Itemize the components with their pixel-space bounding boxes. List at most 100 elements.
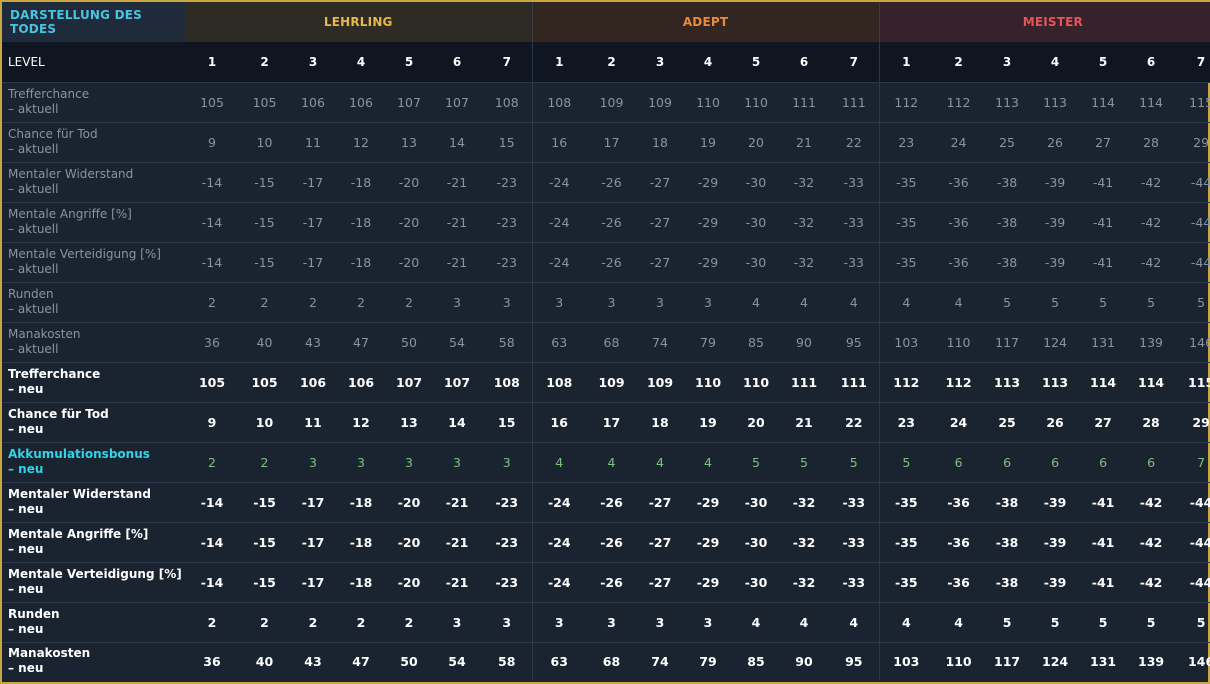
row-label: Trefferchance – neu [2,361,185,402]
value-cell: 20 [733,121,779,162]
value-cell: 4 [829,601,880,642]
value-cell: -17 [290,481,336,522]
value-cell: 110 [733,361,779,402]
value-cell: 50 [386,641,432,680]
value-cell: 68 [586,321,637,362]
value-cell: -27 [637,241,683,282]
row-subtitle: – neu [8,462,44,476]
value-cell: -27 [637,481,683,522]
value-cell: 4 [933,601,985,642]
value-cell: 106 [336,361,386,402]
value-cell: -24 [531,201,586,242]
level-cell: 5 [386,42,432,82]
value-cell: 9 [185,121,239,162]
row-name: Mentale Angriffe [%] [8,207,132,221]
value-cell: -42 [1126,521,1177,562]
value-cell: -38 [984,561,1031,602]
value-cell: -33 [829,521,880,562]
value-cell: 103 [878,641,934,680]
value-cell: 3 [386,441,432,482]
table-row: Chance für Tod – neu 9 10 11 12 13 14 15 16 17 18 19… [2,401,1210,442]
value-cell: 111 [779,361,829,402]
value-cell: -27 [637,521,683,562]
row-subtitle: – aktuell [8,262,59,276]
row-subtitle: – neu [8,542,44,556]
value-cell: 27 [1080,401,1127,442]
value-cell: 112 [878,361,934,402]
table-row: Mentale Angriffe [%] – aktuell -14 -15 -17 -1… [2,201,1210,242]
value-cell: 113 [1030,361,1081,402]
value-cell: 6 [1126,441,1177,482]
table-row: Manakosten – neu 36 40 43 47 50 54 58 63 68 74 79 85 9… [2,641,1210,680]
value-cell: -44 [1176,521,1210,562]
row-subtitle: – neu [8,382,44,396]
stats-table-frame: DARSTELLUNG DES TODES LEHRLING ADEPT MEI… [0,0,1210,684]
table-row: Trefferchance – aktuell 105 105 106 106 107 107… [2,81,1210,122]
value-cell: 6 [984,441,1031,482]
level-cell: 7 [829,42,880,82]
value-cell: 113 [1030,81,1081,122]
row-name: Mentale Verteidigung [%] [8,567,182,581]
row-name: Chance für Tod [8,407,109,421]
value-cell: 131 [1080,641,1127,680]
value-cell: 5 [1126,281,1177,322]
value-cell: -14 [185,481,239,522]
row-label: Mentale Angriffe [%] – aktuell [2,201,185,242]
level-cell: 3 [290,42,336,82]
table-row: Runden – aktuell 2 2 2 2 2 3 3 3 3 3 3 4 4 4 4 4 5 5 5 5 5 [2,281,1210,322]
value-cell: 106 [336,81,386,122]
value-cell: 95 [829,641,880,680]
value-cell: 43 [290,641,336,680]
value-cell: -17 [290,201,336,242]
value-cell: 40 [239,641,290,680]
value-cell: -18 [336,241,386,282]
row-label: Mentaler Widerstand – aktuell [2,161,185,202]
value-cell: 108 [482,81,532,122]
value-cell: 36 [185,641,239,680]
value-cell: -15 [239,481,290,522]
row-subtitle: – aktuell [8,302,59,316]
value-cell: -14 [185,521,239,562]
value-cell: 85 [733,321,779,362]
value-cell: 11 [290,121,336,162]
value-cell: -33 [829,241,880,282]
value-cell: 110 [683,361,733,402]
value-cell: 105 [239,81,290,122]
value-cell: 22 [829,401,880,442]
level-cell: 6 [1126,42,1177,82]
value-cell: 3 [683,601,733,642]
value-cell: 27 [1080,121,1127,162]
value-cell: -17 [290,241,336,282]
row-subtitle: – neu [8,422,44,436]
value-cell: -29 [683,561,733,602]
value-cell: -35 [878,561,934,602]
value-cell: 95 [829,321,880,362]
value-cell: -29 [683,481,733,522]
value-cell: 124 [1030,321,1081,362]
row-label: Runden – neu [2,601,185,642]
value-cell: -14 [185,161,239,202]
row-name: Manakosten [8,646,91,661]
value-cell: -38 [984,521,1031,562]
level-label: LEVEL [2,42,185,82]
value-cell: 18 [637,121,683,162]
value-cell: 109 [637,361,683,402]
value-cell: 111 [779,81,829,122]
value-cell: 2 [386,601,432,642]
value-cell: -27 [637,161,683,202]
value-cell: -23 [482,201,532,242]
value-cell: -23 [482,561,532,602]
table-row: Mentale Angriffe [%] – neu -14 -15 -17 -18 -20… [2,521,1210,562]
value-cell: -30 [733,521,779,562]
value-cell: -33 [829,161,880,202]
row-label: Mentaler Widerstand – neu [2,481,185,522]
value-cell: 18 [637,401,683,442]
value-cell: -44 [1176,241,1210,282]
value-cell: -24 [531,481,586,522]
value-cell: -30 [733,161,779,202]
value-cell: -42 [1126,201,1177,242]
value-cell: 2 [185,601,239,642]
value-cell: 25 [984,401,1031,442]
value-cell: 5 [1030,601,1081,642]
level-cell: 7 [482,42,532,82]
